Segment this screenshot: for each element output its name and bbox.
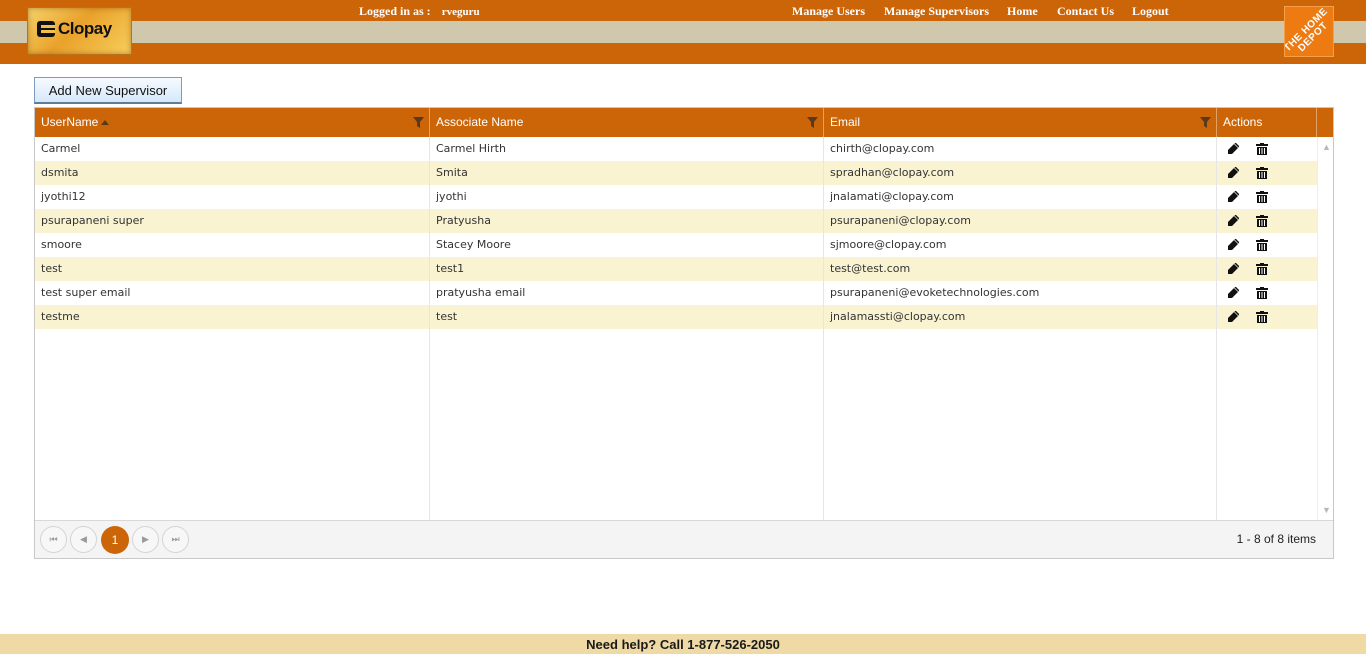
- nav-manage-users[interactable]: Manage Users: [792, 4, 865, 19]
- previous-page-icon[interactable]: ◀: [70, 526, 97, 553]
- column-label-associate-name: Associate Name: [436, 115, 524, 129]
- cell-email: chirth@clopay.com: [824, 137, 1217, 161]
- cell-associate: pratyusha email: [430, 281, 824, 305]
- delete-icon[interactable]: [1256, 287, 1268, 299]
- cell-username: Carmel: [35, 137, 430, 161]
- table-row[interactable]: dsmita Smita spradhan@clopay.com: [35, 161, 1317, 185]
- vertical-scrollbar[interactable]: ▲ ▼: [1317, 137, 1333, 520]
- home-depot-logo-text: THE HOME DEPOT: [1284, 6, 1331, 55]
- edit-icon[interactable]: [1227, 239, 1239, 251]
- edit-icon[interactable]: [1227, 143, 1239, 155]
- pager-info: 1 - 8 of 8 items: [1236, 532, 1316, 546]
- grid-pager: ⏮ ◀ 1 ▶ ⏭ 1 - 8 of 8 items: [35, 520, 1333, 558]
- table-row[interactable]: smoore Stacey Moore sjmoore@clopay.com: [35, 233, 1317, 257]
- delete-icon[interactable]: [1256, 167, 1268, 179]
- cell-associate: Pratyusha: [430, 209, 824, 233]
- cell-username: smoore: [35, 233, 430, 257]
- column-header-username[interactable]: UserName: [35, 108, 430, 137]
- edit-icon[interactable]: [1227, 287, 1239, 299]
- delete-icon[interactable]: [1256, 143, 1268, 155]
- supervisors-grid: UserName Associate Name Email Actions Ca…: [34, 107, 1334, 559]
- edit-icon[interactable]: [1227, 311, 1239, 323]
- top-nav: Manage Users Manage Supervisors Home Con…: [0, 4, 1366, 20]
- nav-home[interactable]: Home: [1007, 4, 1038, 19]
- nav-logout[interactable]: Logout: [1132, 4, 1169, 19]
- top-header: Clopay Logged in as : rveguru Manage Use…: [0, 0, 1366, 64]
- table-row[interactable]: psurapaneni super Pratyusha psurapaneni@cl…: [35, 209, 1317, 233]
- table-row[interactable]: testme test jnalamassti@clopay.com: [35, 305, 1317, 329]
- cell-associate: Stacey Moore: [430, 233, 824, 257]
- next-page-icon[interactable]: ▶: [132, 526, 159, 553]
- clopay-mark-icon: [37, 21, 55, 37]
- column-header-associate-name[interactable]: Associate Name: [430, 108, 824, 137]
- last-page-icon[interactable]: ⏭: [162, 526, 189, 553]
- cell-username: test super email: [35, 281, 430, 305]
- nav-manage-supervisors[interactable]: Manage Supervisors: [884, 4, 989, 19]
- scroll-up-icon[interactable]: ▲: [1322, 143, 1331, 152]
- header-band: [0, 21, 1366, 43]
- table-row[interactable]: jyothi12 jyothi jnalamati@clopay.com: [35, 185, 1317, 209]
- delete-icon[interactable]: [1256, 311, 1268, 323]
- column-header-email[interactable]: Email: [824, 108, 1217, 137]
- clopay-logo-text: Clopay: [58, 19, 112, 38]
- cell-username: testme: [35, 305, 430, 329]
- column-label-email: Email: [830, 115, 861, 129]
- scroll-down-icon[interactable]: ▼: [1322, 506, 1331, 515]
- column-label-actions: Actions: [1223, 115, 1263, 129]
- cell-username: jyothi12: [35, 185, 430, 209]
- column-header-actions: Actions: [1217, 108, 1317, 137]
- edit-icon[interactable]: [1227, 215, 1239, 227]
- cell-associate: Carmel Hirth: [430, 137, 824, 161]
- current-page-button[interactable]: 1: [101, 526, 129, 554]
- table-row[interactable]: test super email pratyusha email psurapane…: [35, 281, 1317, 305]
- cell-email: sjmoore@clopay.com: [824, 233, 1217, 257]
- filter-icon[interactable]: [413, 117, 424, 128]
- home-depot-logo[interactable]: THE HOME DEPOT: [1284, 6, 1334, 57]
- grid-header: UserName Associate Name Email Actions: [35, 108, 1333, 137]
- cell-associate: jyothi: [430, 185, 824, 209]
- cell-associate: test1: [430, 257, 824, 281]
- first-page-icon[interactable]: ⏮: [40, 526, 67, 553]
- cell-associate: test: [430, 305, 824, 329]
- table-row[interactable]: Carmel Carmel Hirth chirth@clopay.com: [35, 137, 1317, 161]
- sort-ascending-icon: [101, 120, 110, 126]
- cell-email: test@test.com: [824, 257, 1217, 281]
- cell-email: spradhan@clopay.com: [824, 161, 1217, 185]
- table-row[interactable]: test test1 test@test.com: [35, 257, 1317, 281]
- delete-icon[interactable]: [1256, 263, 1268, 275]
- nav-contact-us[interactable]: Contact Us: [1057, 4, 1114, 19]
- cell-email: jnalamati@clopay.com: [824, 185, 1217, 209]
- delete-icon[interactable]: [1256, 215, 1268, 227]
- edit-icon[interactable]: [1227, 263, 1239, 275]
- filter-icon[interactable]: [1200, 117, 1211, 128]
- cell-associate: Smita: [430, 161, 824, 185]
- cell-email: psurapaneni@evoketechnologies.com: [824, 281, 1217, 305]
- column-label-username: UserName: [41, 115, 99, 129]
- cell-username: psurapaneni super: [35, 209, 430, 233]
- delete-icon[interactable]: [1256, 239, 1268, 251]
- footer-help: Need help? Call 1-877-526-2050: [0, 634, 1366, 654]
- add-new-supervisor-button[interactable]: Add New Supervisor: [34, 77, 182, 104]
- cell-email: psurapaneni@clopay.com: [824, 209, 1217, 233]
- cell-username: test: [35, 257, 430, 281]
- cell-email: jnalamassti@clopay.com: [824, 305, 1217, 329]
- filter-icon[interactable]: [807, 117, 818, 128]
- edit-icon[interactable]: [1227, 191, 1239, 203]
- edit-icon[interactable]: [1227, 167, 1239, 179]
- delete-icon[interactable]: [1256, 191, 1268, 203]
- cell-username: dsmita: [35, 161, 430, 185]
